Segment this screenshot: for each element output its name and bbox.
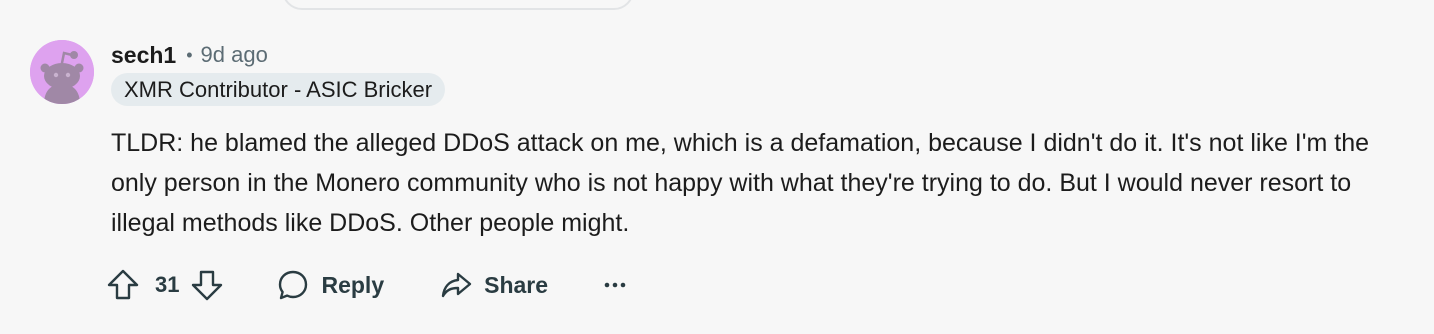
downvote-button[interactable] <box>189 264 225 306</box>
arrow-up-outline-icon <box>107 269 139 300</box>
search-bar-edge <box>282 0 634 10</box>
comment-body: TLDR: he blamed the alleged DDoS attack … <box>111 129 1370 237</box>
comment-timestamp[interactable]: 9d ago <box>201 42 268 68</box>
share-button[interactable]: Share <box>440 264 548 306</box>
comment-header: sech1 • 9d ago <box>111 40 268 70</box>
ellipsis-icon <box>604 282 626 288</box>
speech-bubble-icon <box>277 269 309 301</box>
share-label: Share <box>484 271 549 298</box>
upvote-button[interactable] <box>105 264 141 306</box>
snoo-avatar-icon <box>30 40 94 104</box>
reply-label: Reply <box>321 271 385 298</box>
avatar[interactable] <box>30 40 94 104</box>
separator-dot: • <box>186 44 193 65</box>
vote-count: 31 <box>155 272 180 297</box>
arrow-down-outline-icon <box>192 270 223 301</box>
username-link[interactable]: sech1 <box>111 42 176 69</box>
comment-action-bar: 31 Reply Share <box>105 264 628 306</box>
reply-button[interactable]: Reply <box>277 264 384 306</box>
more-options-button[interactable] <box>602 264 628 306</box>
user-flair-badge: XMR Contributor - ASIC Bricker <box>111 73 446 106</box>
share-arrow-icon <box>440 269 472 301</box>
